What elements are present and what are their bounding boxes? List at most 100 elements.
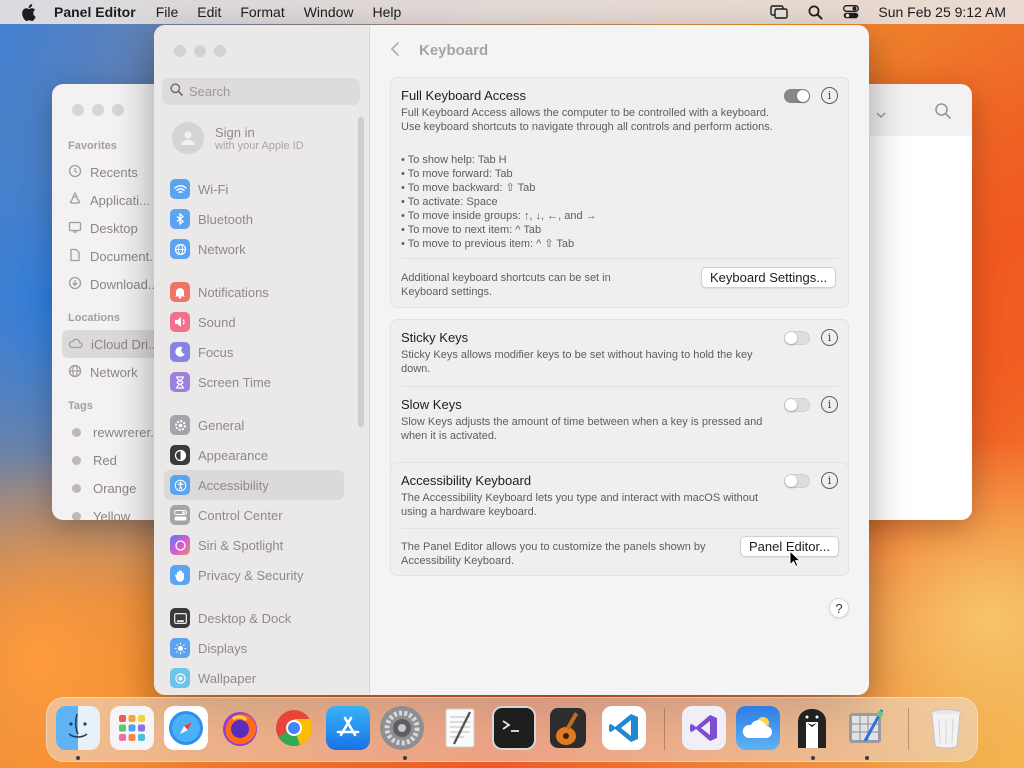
zoom-button[interactable]: [214, 45, 226, 57]
screen-mirroring-icon[interactable]: [770, 3, 789, 21]
sidebar-item-bluetooth[interactable]: Bluetooth: [164, 204, 344, 234]
settings-search-field[interactable]: [162, 78, 360, 105]
chevron-down-icon[interactable]: [876, 106, 886, 124]
sidebar-item-general[interactable]: General: [164, 410, 344, 440]
visual-studio-icon[interactable]: [682, 706, 726, 750]
menu-help[interactable]: Help: [373, 4, 402, 20]
sidebar-item-desktop-dock[interactable]: Desktop & Dock: [164, 603, 344, 633]
accessibility-keyboard-toggle[interactable]: [784, 474, 810, 488]
search-input[interactable]: [189, 84, 349, 99]
terminal-icon[interactable]: [492, 706, 536, 750]
sidebar-item-wallpaper[interactable]: Wallpaper: [164, 663, 344, 693]
sidebar-item-label: Displays: [198, 640, 248, 656]
sidebar-item-control-center[interactable]: Control Center: [164, 500, 344, 530]
notifications-bell-icon: [170, 282, 190, 302]
cloud-icon: [68, 337, 83, 352]
finder-item-label: Applicati...: [90, 192, 150, 208]
sidebar-item-label: Network: [198, 241, 246, 257]
launchpad-icon[interactable]: [110, 706, 154, 750]
dock: [46, 697, 978, 762]
sidebar-item-focus[interactable]: Focus: [164, 337, 344, 367]
toggle-knob: [785, 475, 797, 487]
sidebar-item-wifi[interactable]: Wi-Fi: [164, 174, 344, 204]
menu-edit[interactable]: Edit: [197, 4, 221, 20]
slow-keys-toggle[interactable]: [784, 398, 810, 412]
sidebar-scrollbar[interactable]: [358, 117, 364, 427]
sticky-keys-heading: Sticky Keys: [401, 330, 469, 345]
close-button[interactable]: [72, 104, 84, 116]
network-globe-icon: [170, 239, 190, 259]
sidebar-item-label: Sound: [198, 314, 236, 330]
menu-format[interactable]: Format: [240, 4, 284, 20]
shortcut-item: • To move backward: ⇧ Tab: [401, 182, 536, 194]
finder-item-label: Red: [93, 452, 117, 468]
spotlight-search-icon[interactable]: [806, 3, 824, 21]
sticky-keys-toggle[interactable]: [784, 331, 810, 345]
sidebar-item-appearance[interactable]: Appearance: [164, 440, 344, 470]
additional-shortcuts-text: Additional keyboard shortcuts can be set…: [401, 272, 611, 298]
weather-icon[interactable]: [736, 706, 780, 750]
running-indicator: [403, 756, 407, 760]
menu-file[interactable]: File: [156, 4, 179, 20]
chrome-icon[interactable]: [272, 706, 316, 750]
accessibility-icon: [170, 475, 190, 495]
shortcut-item: • To activate: Space: [401, 196, 498, 208]
sidebar-item-privacy-security[interactable]: Privacy & Security: [164, 560, 344, 590]
dock-separator: [664, 708, 665, 750]
menubar-clock[interactable]: Sun Feb 25 9:12 AM: [878, 4, 1006, 20]
finder-icon[interactable]: [56, 706, 100, 750]
app-store-icon[interactable]: [326, 706, 370, 750]
info-icon[interactable]: i: [821, 472, 838, 489]
nav-group-desktop: Desktop & Dock Displays Wallpaper: [164, 603, 344, 693]
system-settings-icon[interactable]: [380, 706, 424, 750]
sidebar-item-screen-time[interactable]: Screen Time: [164, 367, 344, 397]
wifi-icon: [170, 179, 190, 199]
menu-window[interactable]: Window: [304, 4, 354, 20]
finder-item-label: Yellow: [93, 508, 131, 521]
dock-separator: [908, 708, 909, 750]
search-icon[interactable]: [934, 102, 952, 125]
full-keyboard-access-toggle[interactable]: [784, 89, 810, 103]
accessibility-keyboard-description: The Accessibility Keyboard lets you type…: [401, 492, 759, 518]
info-icon[interactable]: i: [821, 87, 838, 104]
sidebar-item-siri-spotlight[interactable]: Siri & Spotlight: [164, 530, 344, 560]
zoom-button[interactable]: [112, 104, 124, 116]
toggle-knob: [785, 399, 797, 411]
control-center-icon[interactable]: [842, 3, 860, 21]
running-indicator: [76, 756, 80, 760]
sidebar-item-accessibility[interactable]: Accessibility: [164, 470, 344, 500]
firefox-icon[interactable]: [218, 706, 262, 750]
sidebar-item-displays[interactable]: Displays: [164, 633, 344, 663]
back-chevron-icon[interactable]: [390, 41, 400, 62]
info-icon[interactable]: i: [821, 396, 838, 413]
bartender-icon[interactable]: [790, 706, 834, 750]
shortcut-item: • To show help: Tab H: [401, 154, 507, 166]
sidebar-item-label: Wallpaper: [198, 670, 257, 686]
sidebar-item-label: Appearance: [198, 447, 269, 463]
nav-group-notifications: Notifications Sound Focus Screen Time: [164, 277, 344, 397]
minimize-button[interactable]: [194, 45, 206, 57]
toggle-knob: [785, 332, 797, 344]
keyboard-settings-button[interactable]: Keyboard Settings...: [701, 267, 837, 288]
active-app-menu[interactable]: Panel Editor: [54, 4, 136, 20]
textedit-icon[interactable]: [438, 706, 482, 750]
close-button[interactable]: [174, 45, 186, 57]
sidebar-item-notifications[interactable]: Notifications: [164, 277, 344, 307]
trash-icon[interactable]: [924, 706, 968, 750]
sidebar-item-label: Siri & Spotlight: [198, 537, 284, 553]
apple-menu-icon[interactable]: [18, 2, 38, 22]
sidebar-item-network[interactable]: Network: [164, 234, 344, 264]
help-button[interactable]: ?: [829, 598, 849, 618]
shortcut-item: • To move inside groups: ↑, ↓, ←, and →: [401, 210, 597, 222]
garageband-icon[interactable]: [546, 706, 590, 750]
safari-icon[interactable]: [164, 706, 208, 750]
panel-editor-icon[interactable]: [844, 706, 888, 750]
finder-item-label: Download...: [90, 276, 159, 292]
vscode-icon[interactable]: [602, 706, 646, 750]
info-icon[interactable]: i: [821, 329, 838, 346]
tag-dot-icon: [72, 455, 81, 465]
sidebar-item-sound[interactable]: Sound: [164, 307, 344, 337]
apple-id-signin[interactable]: Sign in with your Apple ID: [172, 122, 304, 154]
minimize-button[interactable]: [92, 104, 104, 116]
clock-icon: [68, 164, 82, 181]
